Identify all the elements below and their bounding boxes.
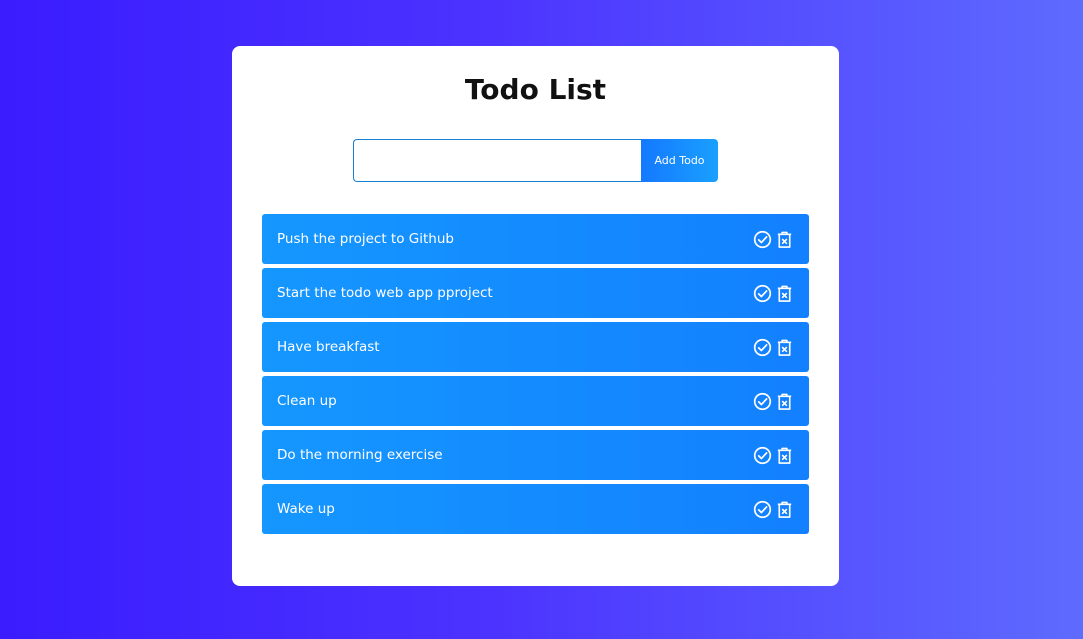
todo-text: Wake up (277, 501, 335, 517)
todo-actions (753, 284, 794, 303)
todo-text: Start the todo web app pproject (277, 285, 493, 301)
todo-text: Push the project to Github (277, 231, 454, 247)
todo-text: Do the morning exercise (277, 447, 443, 463)
trash-icon[interactable] (775, 392, 794, 411)
add-todo-button[interactable]: Add Todo (641, 139, 718, 182)
todo-item: Push the project to Github (262, 214, 809, 264)
todo-item: Clean up (262, 376, 809, 426)
todo-actions (753, 230, 794, 249)
trash-icon[interactable] (775, 284, 794, 303)
todo-item: Wake up (262, 484, 809, 534)
trash-icon[interactable] (775, 230, 794, 249)
page-title: Todo List (464, 73, 607, 106)
todo-item: Start the todo web app pproject (262, 268, 809, 318)
check-circle-icon[interactable] (753, 338, 772, 357)
check-circle-icon[interactable] (753, 446, 772, 465)
todo-input[interactable] (353, 139, 641, 182)
todo-item: Have breakfast (262, 322, 809, 372)
trash-icon[interactable] (775, 446, 794, 465)
todo-actions (753, 500, 794, 519)
todo-actions (753, 392, 794, 411)
todo-item: Do the morning exercise (262, 430, 809, 480)
trash-icon[interactable] (775, 500, 794, 519)
check-circle-icon[interactable] (753, 284, 772, 303)
todo-list: Push the project to Github Start the tod… (262, 214, 809, 538)
trash-icon[interactable] (775, 338, 794, 357)
todo-actions (753, 338, 794, 357)
check-circle-icon[interactable] (753, 230, 772, 249)
todo-card: Todo List Add Todo Push the project to G… (232, 46, 839, 586)
check-circle-icon[interactable] (753, 392, 772, 411)
todo-text: Have breakfast (277, 339, 380, 355)
todo-text: Clean up (277, 393, 337, 409)
check-circle-icon[interactable] (753, 500, 772, 519)
todo-actions (753, 446, 794, 465)
add-todo-form: Add Todo (353, 139, 718, 182)
